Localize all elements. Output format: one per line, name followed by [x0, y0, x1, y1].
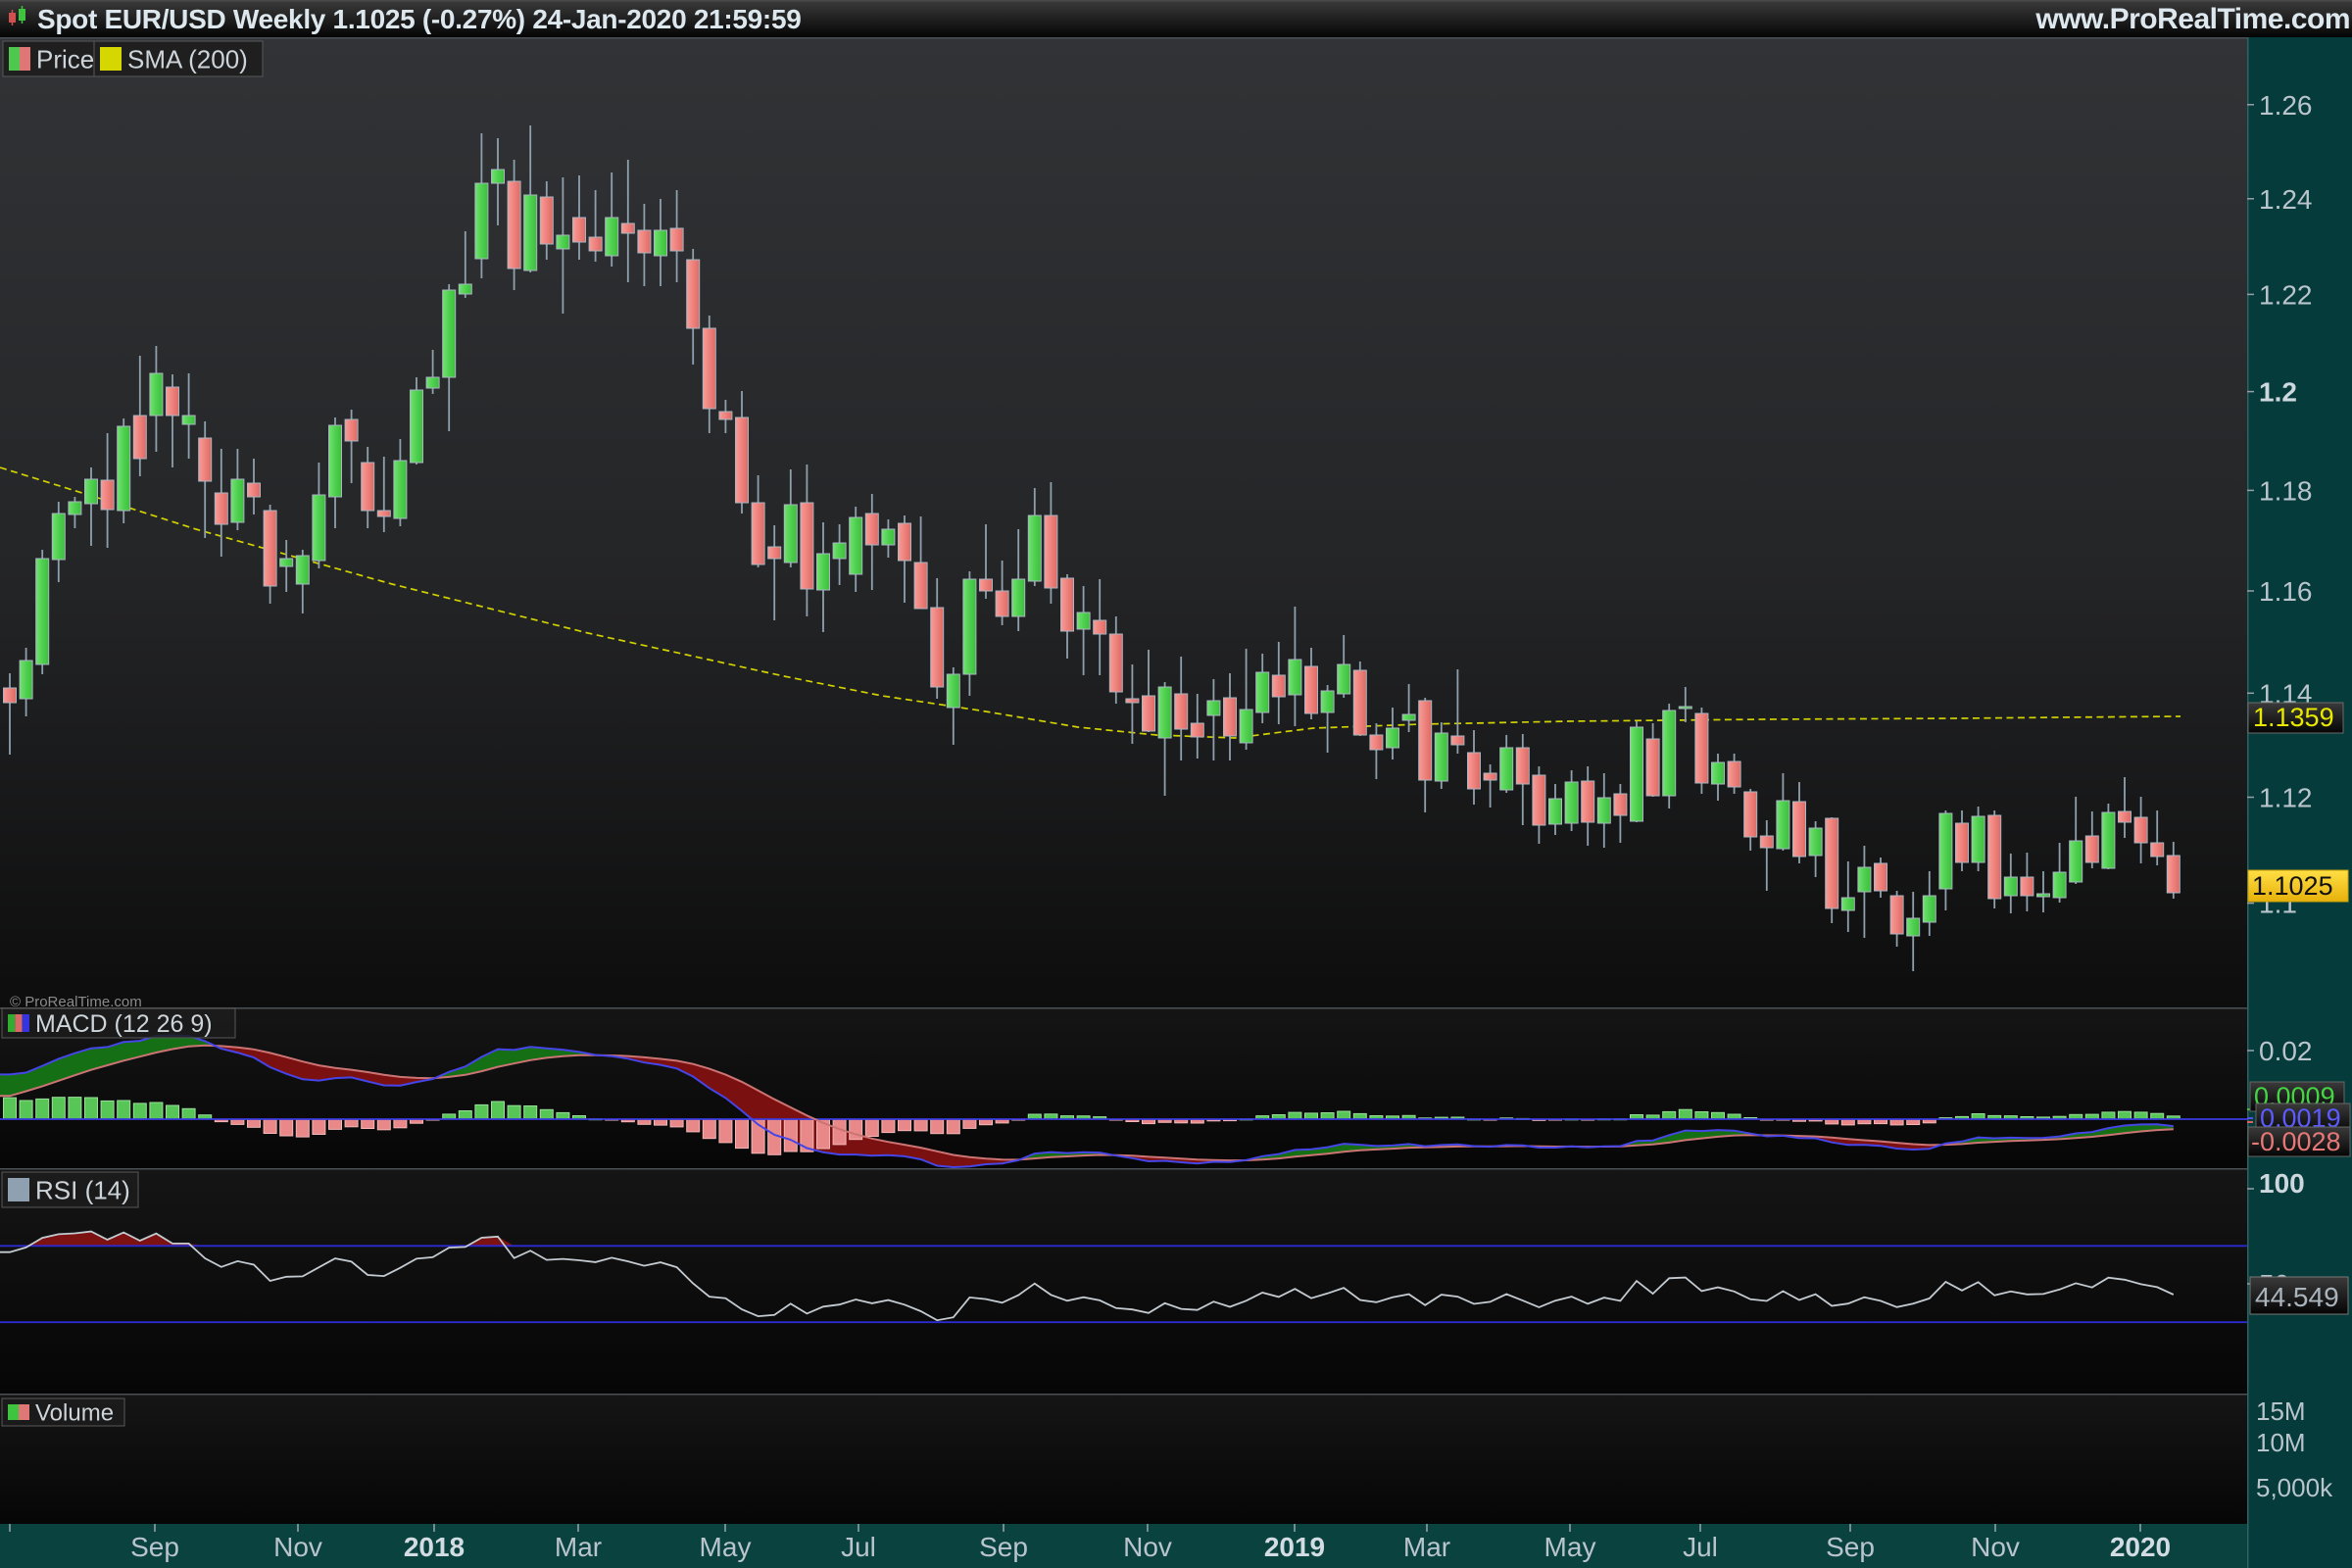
svg-text:Jul: Jul [1683, 1532, 1718, 1562]
svg-text:1.26: 1.26 [2259, 90, 2313, 121]
svg-text:1.16: 1.16 [2259, 576, 2313, 607]
svg-text:2018: 2018 [404, 1532, 465, 1562]
svg-text:Nov: Nov [1971, 1532, 2020, 1562]
svg-text:1.2: 1.2 [2259, 377, 2297, 408]
svg-text:Nov: Nov [1123, 1532, 1172, 1562]
svg-text:2019: 2019 [1264, 1532, 1325, 1562]
svg-text:Volume: Volume [35, 1400, 114, 1427]
svg-text:Sep: Sep [130, 1532, 179, 1562]
svg-text:10M: 10M [2256, 1428, 2306, 1457]
svg-text:1.1359: 1.1359 [2253, 703, 2334, 732]
svg-text:1.1025: 1.1025 [2252, 871, 2333, 901]
svg-text:© ProRealTime.com: © ProRealTime.com [10, 994, 142, 1010]
svg-text:Jul: Jul [841, 1532, 876, 1562]
svg-text:1.12: 1.12 [2259, 783, 2313, 813]
svg-text:Price: Price [36, 44, 94, 74]
svg-text:MACD (12 26 9): MACD (12 26 9) [35, 1010, 213, 1038]
svg-text:Sep: Sep [1826, 1532, 1875, 1562]
svg-text:Spot EUR/USD Weekly 1.1025 (-0: Spot EUR/USD Weekly 1.1025 (-0.27%) 24-J… [37, 4, 802, 34]
svg-text:1.22: 1.22 [2259, 279, 2313, 310]
svg-text:5,000k: 5,000k [2256, 1473, 2333, 1502]
svg-text:Mar: Mar [1403, 1532, 1450, 1562]
svg-text:15M: 15M [2256, 1396, 2306, 1426]
svg-text:1.24: 1.24 [2259, 184, 2313, 215]
svg-text:May: May [1544, 1532, 1596, 1562]
svg-text:Mar: Mar [555, 1532, 602, 1562]
svg-text:SMA (200): SMA (200) [127, 44, 248, 74]
svg-text:1.18: 1.18 [2259, 475, 2313, 506]
svg-text:RSI (14): RSI (14) [35, 1175, 130, 1204]
svg-text:Nov: Nov [273, 1532, 322, 1562]
svg-text:0.02: 0.02 [2259, 1036, 2313, 1066]
svg-text:May: May [700, 1532, 752, 1562]
svg-text:-0.0028: -0.0028 [2251, 1127, 2341, 1156]
svg-text:44.549: 44.549 [2255, 1282, 2339, 1312]
svg-text:Sep: Sep [979, 1532, 1028, 1562]
svg-text:2020: 2020 [2110, 1532, 2171, 1562]
svg-text:100: 100 [2259, 1168, 2305, 1199]
svg-text:www.ProRealTime.com: www.ProRealTime.com [2034, 3, 2350, 35]
